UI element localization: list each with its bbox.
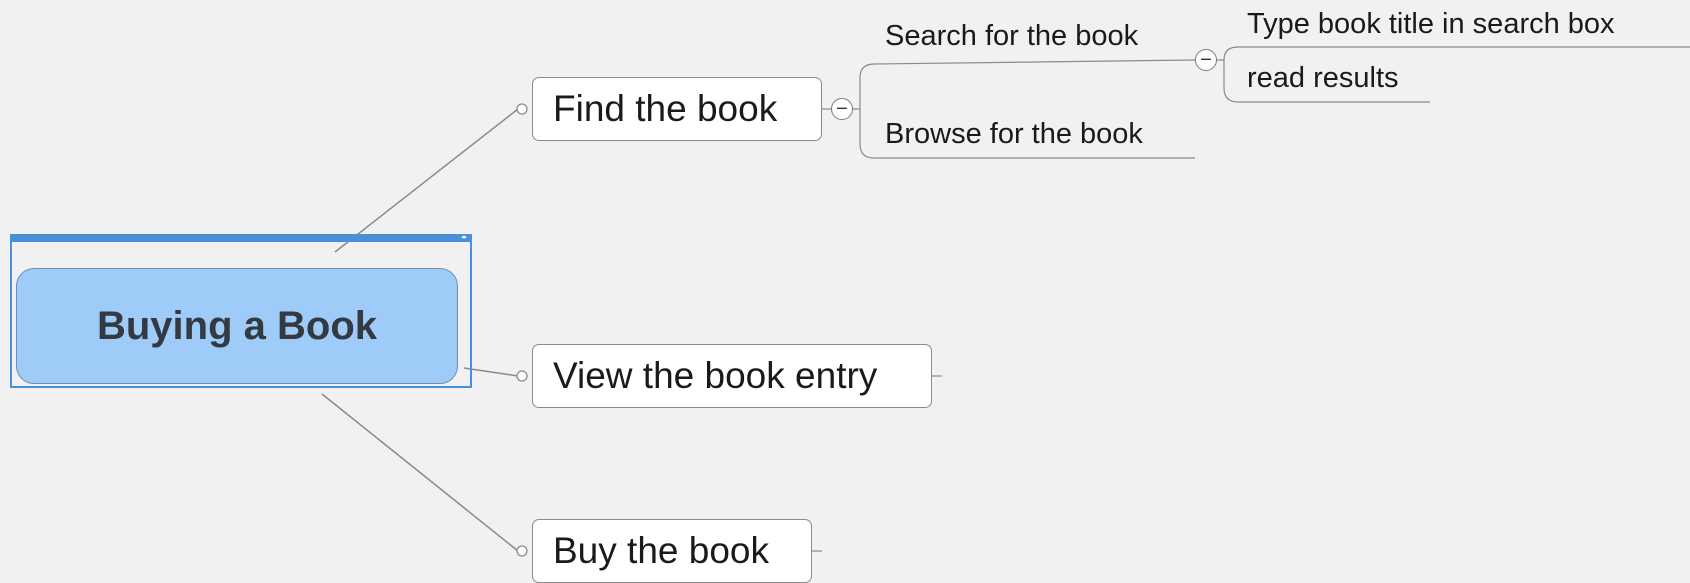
topic-buy-the-book[interactable]: Buy the book	[532, 519, 812, 583]
subtopic-read-label: read results	[1247, 62, 1399, 94]
topic-find-label: Find the book	[553, 88, 778, 129]
subtopic-browse-label: Browse for the book	[885, 118, 1143, 150]
collapse-search-icon[interactable]: −	[1195, 49, 1217, 71]
topic-view-label: View the book entry	[553, 355, 878, 396]
underline-search	[873, 59, 1196, 65]
bracket-search	[1217, 46, 1239, 103]
connection-point-buy	[516, 545, 528, 557]
central-topic-label: Buying a Book	[96, 303, 378, 348]
connector-central-buy	[321, 393, 519, 552]
subtopic-search-for-the-book[interactable]: Search for the book	[885, 20, 1138, 53]
collapse-find-symbol: −	[836, 98, 848, 120]
connector-central-view	[463, 367, 519, 377]
subtopic-search-label: Search for the book	[885, 20, 1139, 52]
connection-point-view	[516, 370, 528, 382]
selection-bar	[10, 234, 472, 242]
collapse-search-symbol: −	[1200, 49, 1212, 71]
connection-point-find	[516, 103, 528, 115]
topic-find-the-book[interactable]: Find the book	[532, 77, 822, 141]
subtopic-type-label: Type book title in search box	[1247, 8, 1615, 40]
mind-map-canvas: ◂▸ Buying a Book Find the book View the …	[0, 0, 1690, 583]
connector-central-find	[334, 108, 519, 253]
topic-buy-label: Buy the book	[553, 530, 769, 571]
topic-view-the-book-entry[interactable]: View the book entry	[532, 344, 932, 408]
resize-handle-icon[interactable]: ◂▸	[461, 234, 467, 242]
subtopic-read-results[interactable]: read results	[1247, 62, 1399, 95]
bracket-find	[853, 63, 875, 159]
collapse-find-icon[interactable]: −	[831, 98, 853, 120]
central-topic[interactable]: Buying a Book	[16, 268, 458, 384]
subtopic-type-book-title[interactable]: Type book title in search box	[1247, 8, 1615, 41]
subtopic-browse-for-the-book[interactable]: Browse for the book	[885, 118, 1143, 151]
